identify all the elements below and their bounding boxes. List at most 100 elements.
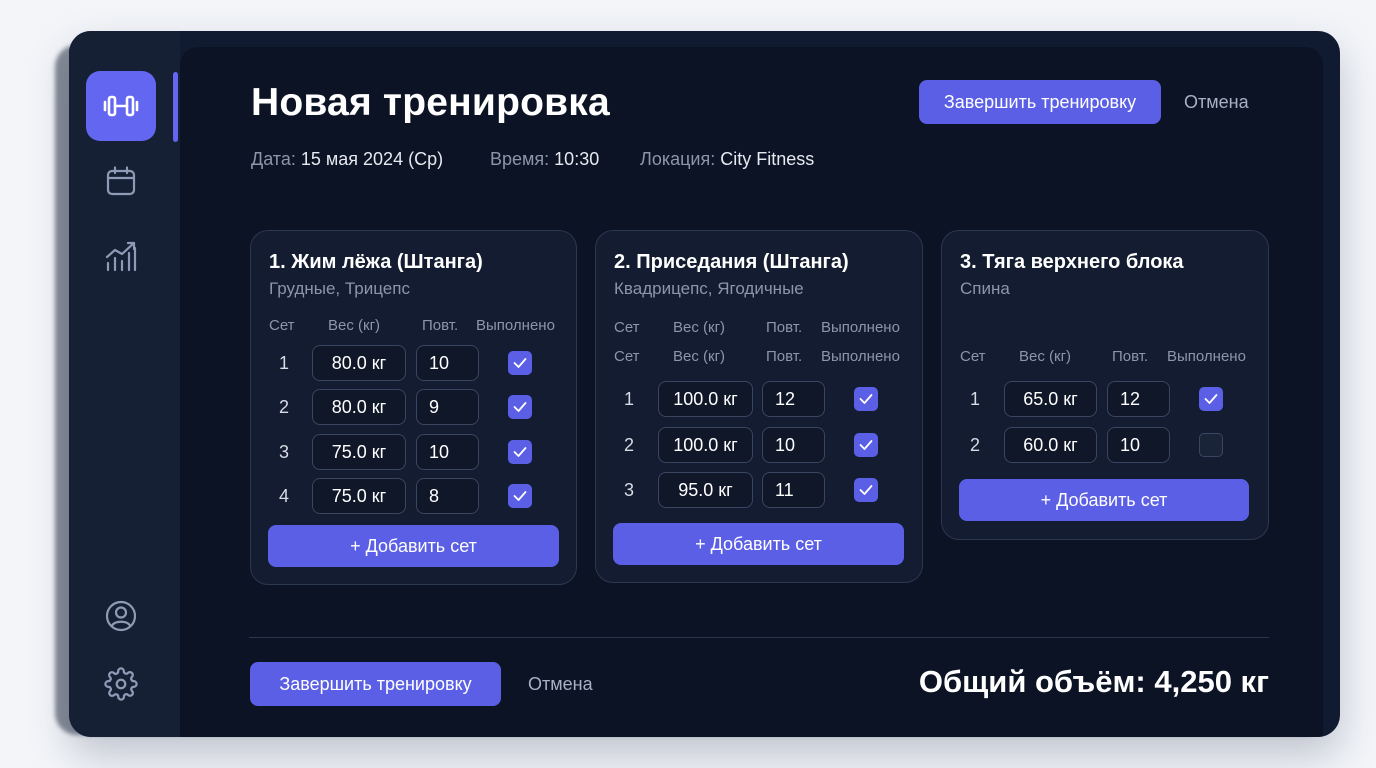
reps-input[interactable]: 10 (416, 345, 479, 381)
exercise-title: 3. Тяга верхнего блока (960, 251, 1184, 273)
sidebar-item-calendar[interactable] (86, 146, 156, 216)
meta-date-value: 15 мая 2024 (Ср) (300, 149, 444, 169)
set-number: 1 (278, 352, 289, 373)
set-number: 2 (969, 434, 980, 455)
weight-input[interactable]: 75.0 кг (312, 434, 406, 470)
sets-header: Сет Вес (кг) Повт. Выполнено (942, 348, 1268, 368)
exercise-card: 2. Приседания (Штанга) Квадрицепс, Ягоди… (595, 230, 923, 583)
set-row: 1 100.0 кг 12 (596, 381, 922, 417)
set-row: 2 80.0 кг 9 (251, 389, 576, 425)
done-checkbox[interactable] (508, 440, 532, 464)
exercise-card: 1. Жим лёжа (Штанга) Грудные, Трицепс Се… (250, 230, 577, 585)
header-reps: Повт. (1112, 348, 1149, 365)
done-checkbox[interactable] (508, 351, 532, 375)
exercise-muscles: Квадрицепс, Ягодичные (614, 279, 804, 298)
done-checkbox[interactable] (508, 395, 532, 419)
meta-location-value: City Fitness (720, 149, 815, 169)
sidebar-item-workout[interactable] (86, 71, 156, 141)
header-reps: Повт. (766, 319, 803, 336)
set-number: 2 (623, 434, 634, 455)
header-set: Сет (960, 348, 986, 365)
total-volume: Общий объём: 4,250 кг (918, 664, 1269, 699)
reps-input[interactable]: 11 (762, 472, 825, 508)
cancel-button[interactable]: Отмена (1184, 80, 1249, 124)
reps-input[interactable]: 12 (762, 381, 825, 417)
done-checkbox[interactable] (854, 433, 878, 457)
footer-divider (249, 637, 1269, 638)
check-icon (513, 402, 527, 412)
dumbbell-icon (103, 95, 139, 117)
done-checkbox[interactable] (854, 387, 878, 411)
user-icon (105, 600, 137, 632)
weight-input[interactable]: 100.0 кг (658, 427, 753, 463)
header-done: Выполнено (1167, 348, 1246, 365)
exercise-title: 1. Жим лёжа (Штанга) (269, 251, 483, 273)
set-row: 2 60.0 кг 10 (942, 427, 1268, 463)
header-weight: Вес (кг) (673, 319, 726, 336)
reps-input[interactable]: 10 (762, 427, 825, 463)
active-indicator (173, 72, 178, 142)
done-checkbox[interactable] (854, 478, 878, 502)
footer-cancel-button[interactable]: Отмена (528, 662, 593, 706)
finish-workout-button[interactable]: Завершить тренировку (919, 80, 1161, 124)
sets-header: Сет Вес (кг) Повт. Выполнено (596, 348, 922, 368)
meta-date: Дата: 15 мая 2024 (Ср) (251, 149, 443, 170)
check-icon (859, 394, 873, 404)
meta-date-label: Дата: (251, 149, 296, 169)
footer-finish-workout-button[interactable]: Завершить тренировку (250, 662, 501, 706)
set-row: 3 75.0 кг 10 (251, 434, 576, 470)
exercise-muscles: Спина (960, 279, 1010, 298)
header-set: Сет (614, 348, 640, 365)
gear-icon (104, 667, 138, 701)
add-set-button[interactable]: + Добавить сет (268, 525, 559, 567)
weight-input[interactable]: 100.0 кг (658, 381, 753, 417)
header-set: Сет (269, 317, 295, 334)
exercise-muscles: Грудные, Трицепс (269, 279, 410, 298)
done-checkbox[interactable] (1199, 433, 1223, 457)
weight-input[interactable]: 65.0 кг (1004, 381, 1097, 417)
done-checkbox[interactable] (1199, 387, 1223, 411)
set-row: 2 100.0 кг 10 (596, 427, 922, 463)
weight-input[interactable]: 80.0 кг (312, 389, 406, 425)
reps-input[interactable]: 10 (1107, 427, 1170, 463)
add-set-button[interactable]: + Добавить сет (959, 479, 1249, 521)
check-icon (513, 491, 527, 501)
meta-time-label: Время: (490, 149, 550, 169)
meta-location: Локация: City Fitness (640, 149, 814, 170)
reps-input[interactable]: 9 (416, 389, 479, 425)
header-reps: Повт. (766, 348, 803, 365)
exercise-card: 3. Тяга верхнего блока Спина Сет Вес (кг… (941, 230, 1269, 540)
page-title: Новая тренировка (251, 81, 610, 124)
sidebar-item-settings[interactable] (86, 649, 156, 719)
reps-input[interactable]: 12 (1107, 381, 1170, 417)
reps-input[interactable]: 8 (416, 478, 479, 514)
weight-input[interactable]: 60.0 кг (1004, 427, 1097, 463)
sets-header: Сет Вес (кг) Повт. Выполнено (596, 319, 922, 339)
set-number: 1 (623, 388, 634, 409)
header-reps: Повт. (422, 317, 459, 334)
meta-time-value: 10:30 (554, 149, 600, 169)
add-set-button[interactable]: + Добавить сет (613, 523, 904, 565)
sets-header: Сет Вес (кг) Повт. Выполнено (251, 317, 576, 337)
sidebar-item-stats[interactable] (86, 221, 156, 291)
header-done: Выполнено (476, 317, 555, 334)
header-weight: Вес (кг) (673, 348, 726, 365)
weight-input[interactable]: 75.0 кг (312, 478, 406, 514)
check-icon (859, 440, 873, 450)
set-row: 4 75.0 кг 8 (251, 478, 576, 514)
meta-location-label: Локация: (640, 149, 716, 169)
sidebar-item-profile[interactable] (86, 581, 156, 651)
header-done: Выполнено (821, 319, 900, 336)
meta-time: Время: 10:30 (490, 149, 599, 170)
calendar-icon (106, 166, 136, 196)
set-row: 1 65.0 кг 12 (942, 381, 1268, 417)
weight-input[interactable]: 95.0 кг (658, 472, 753, 508)
set-number: 1 (969, 388, 980, 409)
header-set: Сет (614, 319, 640, 336)
set-row: 3 95.0 кг 11 (596, 472, 922, 508)
weight-input[interactable]: 80.0 кг (312, 345, 406, 381)
done-checkbox[interactable] (508, 484, 532, 508)
set-number: 4 (278, 485, 289, 506)
reps-input[interactable]: 10 (416, 434, 479, 470)
header-done: Выполнено (821, 348, 900, 365)
